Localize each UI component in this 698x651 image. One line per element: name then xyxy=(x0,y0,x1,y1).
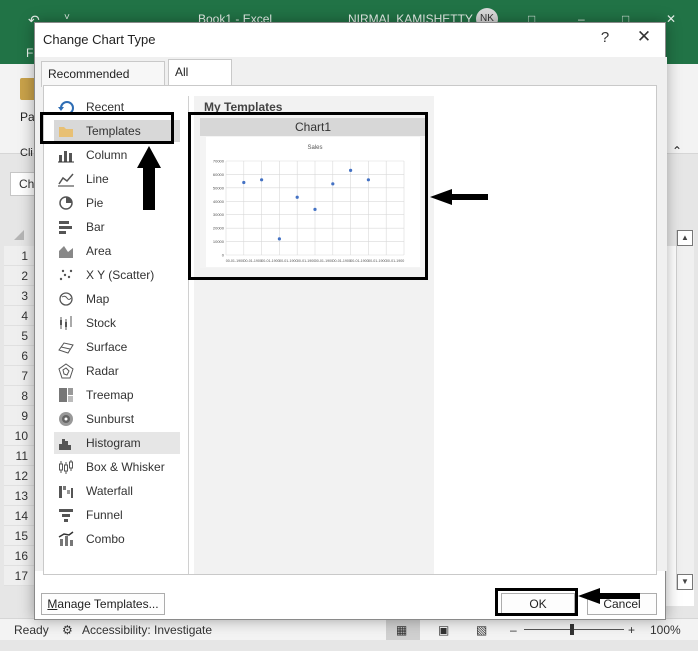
arrow-left-to-ok-icon xyxy=(578,588,640,604)
arrow-left-to-template-icon xyxy=(430,189,488,205)
annotation-arrows xyxy=(137,146,640,604)
arrow-up-to-templates-icon xyxy=(137,146,161,210)
